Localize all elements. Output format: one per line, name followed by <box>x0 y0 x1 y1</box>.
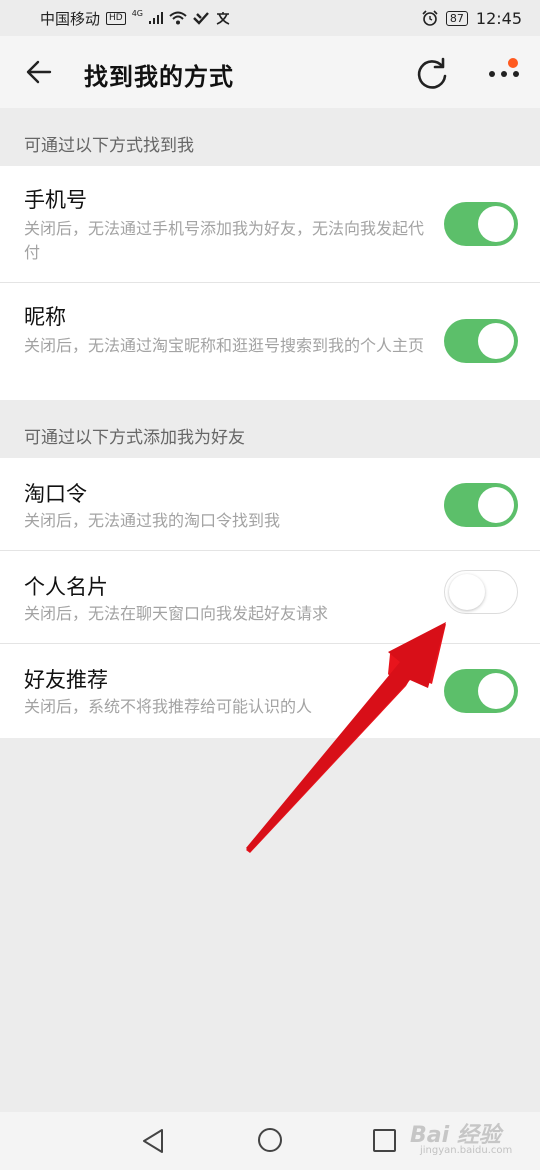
toggle-knob <box>478 206 514 242</box>
section-header-find-me: 可通过以下方式找到我 <box>24 136 194 156</box>
nav-recent-button[interactable] <box>372 1128 398 1158</box>
setting-title: 昵称 <box>24 305 66 329</box>
setting-row-taokouling: 淘口令 关闭后，无法通过我的淘口令找到我 <box>0 458 540 551</box>
setting-title: 淘口令 <box>24 482 87 506</box>
setting-description: 关闭后，系统不将我推荐给可能认识的人 <box>24 697 313 716</box>
settings-group-add-friend: 淘口令 关闭后，无法通过我的淘口令找到我 个人名片 关闭后，无法在聊天窗口向我发… <box>0 458 540 738</box>
nickname-toggle[interactable] <box>444 319 518 363</box>
arrow-left-icon <box>26 60 52 84</box>
phone-toggle[interactable] <box>444 202 518 246</box>
friend-recommend-toggle[interactable] <box>444 669 518 713</box>
watermark-url: jingyan.baidu.com <box>420 1145 513 1156</box>
app-notification-icon <box>193 12 209 25</box>
notification-dot <box>508 58 518 68</box>
more-dots-icon <box>489 71 519 77</box>
toggle-knob <box>478 487 514 523</box>
setting-row-friend-recommend: 好友推荐 关闭后，系统不将我推荐给可能认识的人 <box>0 644 540 738</box>
network-type: 4G <box>131 9 144 18</box>
translate-icon <box>216 12 230 25</box>
setting-description: 关闭后，无法通过我的淘口令找到我 <box>24 511 281 530</box>
signal-icon <box>149 12 164 24</box>
alarm-icon <box>422 10 438 26</box>
nav-home-button[interactable] <box>256 1126 284 1158</box>
setting-row-phone: 手机号 关闭后，无法通过手机号添加我为好友，无法向我发起代付 <box>0 166 540 283</box>
nav-back-button[interactable] <box>140 1127 166 1159</box>
status-bar: 中国移动 HD 4G 87 12:45 <box>0 0 540 36</box>
taokouling-toggle[interactable] <box>444 483 518 527</box>
more-button[interactable] <box>484 54 528 94</box>
app-header: 找到我的方式 <box>0 36 540 108</box>
square-recent-icon <box>373 1129 396 1152</box>
setting-title: 个人名片 <box>24 575 108 599</box>
setting-description: 关闭后，无法通过淘宝昵称和逛逛号搜索到我的个人主页 <box>24 336 425 355</box>
refresh-icon <box>417 57 447 89</box>
setting-row-nickname: 昵称 关闭后，无法通过淘宝昵称和逛逛号搜索到我的个人主页 <box>0 283 540 400</box>
section-header-add-friend: 可通过以下方式添加我为好友 <box>24 428 245 448</box>
toggle-knob <box>449 574 485 610</box>
page-title: 找到我的方式 <box>84 63 234 91</box>
battery-indicator: 87 <box>445 10 468 26</box>
setting-description: 关闭后，无法通过手机号添加我为好友，无法向我发起代付 <box>24 219 425 262</box>
circle-home-icon <box>258 1128 282 1152</box>
clock: 12:45 <box>475 8 522 28</box>
setting-row-business-card: 个人名片 关闭后，无法在聊天窗口向我发起好友请求 <box>0 551 540 644</box>
business-card-toggle[interactable] <box>444 570 518 614</box>
setting-description: 关闭后，无法在聊天窗口向我发起好友请求 <box>24 604 329 623</box>
wifi-icon <box>169 11 187 25</box>
hd-badge: HD <box>106 11 126 25</box>
triangle-back-icon <box>143 1129 163 1153</box>
back-button[interactable] <box>22 56 58 88</box>
setting-title: 好友推荐 <box>24 668 108 692</box>
toggle-knob <box>478 673 514 709</box>
refresh-button[interactable] <box>410 54 454 94</box>
toggle-knob <box>478 323 514 359</box>
settings-group-find-me: 手机号 关闭后，无法通过手机号添加我为好友，无法向我发起代付 昵称 关闭后，无法… <box>0 166 540 400</box>
carrier-label: 中国移动 <box>40 9 101 28</box>
setting-title: 手机号 <box>24 188 87 212</box>
